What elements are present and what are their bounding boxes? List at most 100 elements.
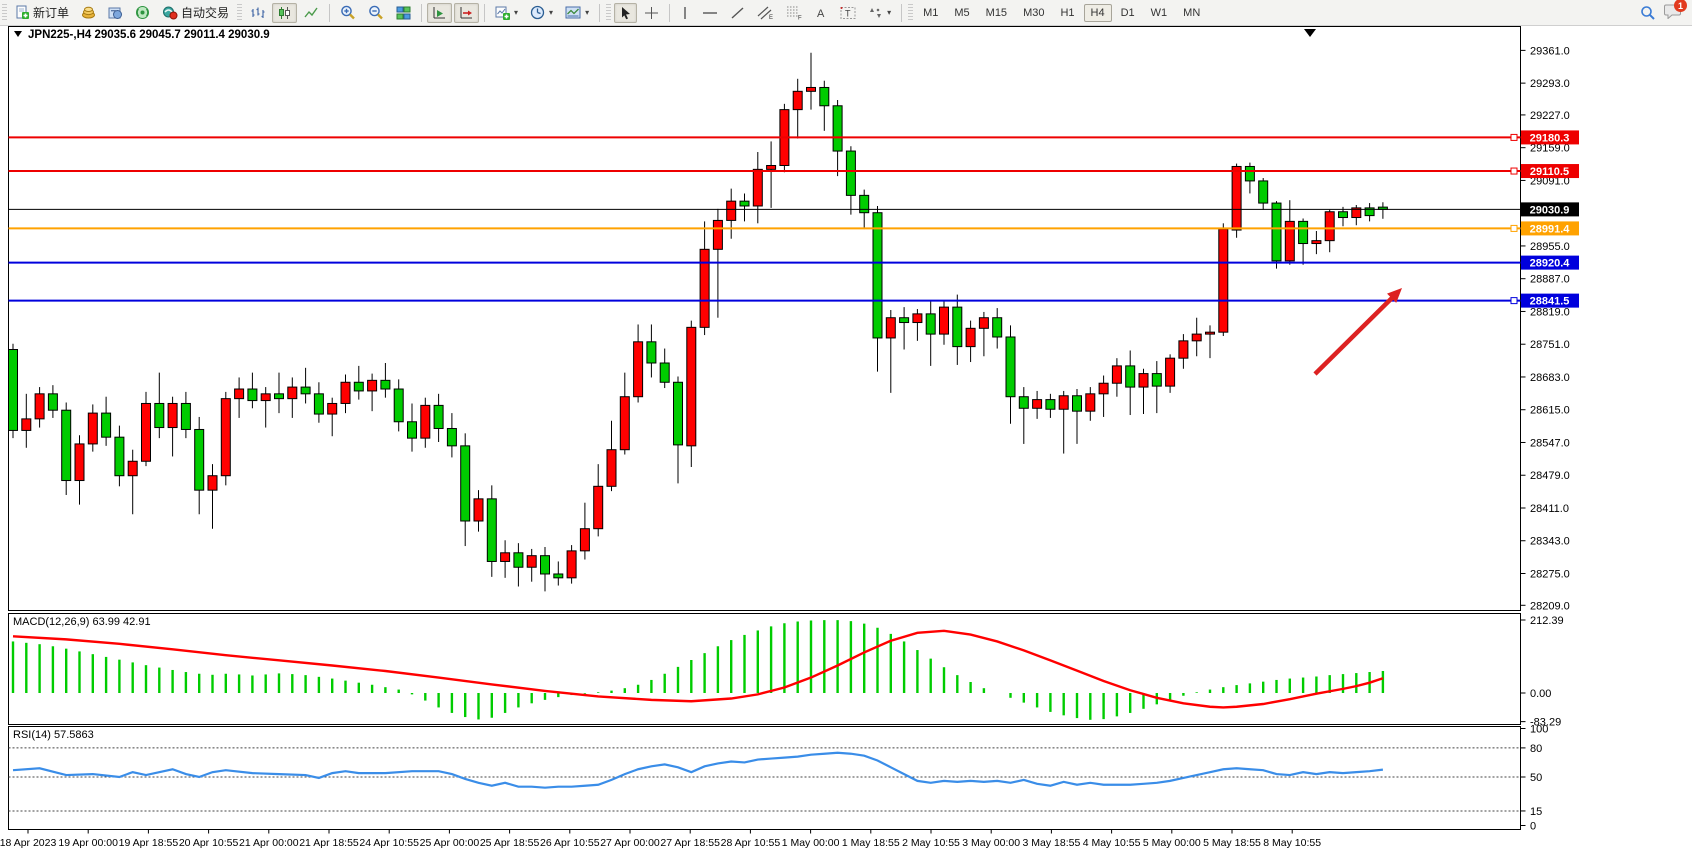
dropdown-caret-icon: ▾ (514, 8, 518, 17)
zoom-in-button[interactable] (335, 2, 361, 23)
svg-text:28343.0: 28343.0 (1530, 536, 1570, 548)
timeframe-button-m5[interactable]: M5 (947, 4, 976, 22)
toolbar-separator (669, 4, 670, 22)
dropdown-caret-icon: ▾ (549, 8, 553, 17)
dropdown-caret-icon: ▾ (887, 8, 891, 17)
line-chart-mode-button[interactable] (299, 3, 324, 23)
templates-button[interactable]: ▾ (560, 3, 594, 22)
svg-text:A: A (817, 8, 825, 20)
svg-text:28479.0: 28479.0 (1530, 470, 1570, 482)
toolbar-separator (421, 4, 422, 22)
svg-text:29227.0: 29227.0 (1530, 110, 1570, 122)
svg-text:21 Apr 00:00: 21 Apr 00:00 (239, 837, 299, 849)
text-tool-button[interactable]: A (810, 3, 833, 23)
new-order-label: 新订单 (33, 4, 69, 21)
svg-text:28 Apr 10:55: 28 Apr 10:55 (721, 837, 781, 849)
timeframe-button-m1[interactable]: M1 (916, 4, 945, 22)
market-watch-button[interactable] (76, 3, 101, 22)
toolbar-right-group: 1 (1640, 3, 1682, 22)
auto-scroll-button[interactable] (427, 3, 452, 23)
search-icon[interactable] (1640, 5, 1656, 21)
timeframe-button-h4[interactable]: H4 (1084, 4, 1112, 22)
svg-text:25 Apr 18:55: 25 Apr 18:55 (480, 837, 540, 849)
svg-text:27 Apr 00:00: 27 Apr 00:00 (600, 837, 660, 849)
timeframe-button-m15[interactable]: M15 (979, 4, 1014, 22)
svg-text:50: 50 (1530, 772, 1542, 784)
svg-text:18 Apr 2023: 18 Apr 2023 (0, 837, 56, 849)
toolbar-grip (2, 4, 7, 22)
svg-text:28887.0: 28887.0 (1530, 274, 1570, 286)
toolbar-separator (329, 4, 330, 22)
tile-windows-button[interactable] (391, 3, 416, 23)
svg-text:28920.4: 28920.4 (1530, 258, 1571, 270)
toolbar-grip (908, 4, 913, 22)
arrows-tool-button[interactable]: ▾ (863, 3, 896, 23)
svg-text:RSI(14) 57.5863: RSI(14) 57.5863 (13, 729, 94, 741)
svg-text:28683.0: 28683.0 (1530, 372, 1570, 384)
channel-tool-button[interactable]: E (752, 2, 779, 23)
price-axis: 29361.029293.029227.029159.029091.028955… (1521, 45, 1570, 612)
periods-button[interactable]: ▾ (525, 2, 558, 23)
text-label-tool-button[interactable]: T (835, 3, 861, 23)
svg-text:5 May 18:55: 5 May 18:55 (1203, 837, 1261, 849)
svg-text:28547.0: 28547.0 (1530, 437, 1570, 449)
fibonacci-tool-button[interactable]: F (781, 2, 808, 23)
tile-windows-icon (396, 6, 411, 20)
svg-text:21 Apr 18:55: 21 Apr 18:55 (299, 837, 359, 849)
notifications-button[interactable]: 1 (1664, 3, 1682, 22)
timeframe-button-m30[interactable]: M30 (1016, 4, 1051, 22)
chart-title: JPN225-,H4 29035.6 29045.7 29011.4 29030… (14, 29, 270, 41)
svg-text:19 Apr 18:55: 19 Apr 18:55 (119, 837, 179, 849)
svg-text:F: F (798, 16, 802, 21)
broadcast-icon (135, 5, 150, 20)
svg-text:28275.0: 28275.0 (1530, 568, 1570, 580)
timeframe-toolbar: M1M5M15M30H1H4D1W1MN (915, 4, 1208, 22)
svg-text:3 May 18:55: 3 May 18:55 (1023, 837, 1081, 849)
svg-text:212.39: 212.39 (1530, 615, 1564, 627)
template-icon (565, 6, 581, 19)
cursor-tool-button[interactable] (614, 3, 637, 23)
bar-chart-icon (250, 6, 265, 20)
auto-trading-icon (162, 6, 178, 20)
svg-text:29180.3: 29180.3 (1530, 132, 1570, 144)
svg-text:8 May 10:55: 8 May 10:55 (1263, 837, 1321, 849)
dropdown-caret-icon: ▾ (585, 8, 589, 17)
fibonacci-icon: F (786, 5, 803, 20)
crosshair-tool-button[interactable] (639, 3, 664, 23)
svg-text:80: 80 (1530, 743, 1542, 755)
crosshair-icon (644, 6, 659, 20)
zoom-out-button[interactable] (363, 2, 389, 23)
bar-chart-mode-button[interactable] (245, 3, 270, 23)
data-window-icon (108, 6, 123, 20)
svg-text:T: T (845, 8, 851, 18)
svg-text:29030.9: 29030.9 (1530, 204, 1570, 216)
svg-text:100: 100 (1530, 724, 1548, 736)
timeframe-button-h1[interactable]: H1 (1053, 4, 1081, 22)
svg-text:28209.0: 28209.0 (1530, 600, 1570, 612)
notification-count-badge: 1 (1674, 0, 1687, 12)
chart-canvas[interactable]: 29361.029293.029227.029159.029091.028955… (0, 0, 1692, 854)
timeframe-button-d1[interactable]: D1 (1114, 4, 1142, 22)
horizontal-line-tool-button[interactable] (697, 3, 723, 23)
candlestick-mode-button[interactable] (272, 3, 297, 23)
vertical-line-tool-button[interactable] (675, 3, 695, 23)
svg-text:1 May 18:55: 1 May 18:55 (842, 837, 900, 849)
timeframe-button-mn[interactable]: MN (1176, 4, 1207, 22)
svg-text:19 Apr 00:00: 19 Apr 00:00 (58, 837, 118, 849)
equidistant-channel-icon: E (757, 5, 774, 20)
strategy-tester-button[interactable] (130, 2, 155, 23)
new-order-button[interactable]: 新订单 (10, 1, 74, 24)
data-window-button[interactable] (103, 3, 128, 23)
gold-icon (81, 6, 96, 19)
svg-text:3 May 00:00: 3 May 00:00 (962, 837, 1020, 849)
trendline-tool-button[interactable] (725, 3, 750, 23)
zoom-out-icon (368, 5, 384, 20)
text-icon: A (815, 6, 828, 20)
toolbar-separator (599, 4, 600, 22)
new-chart-button[interactable]: ▾ (490, 3, 523, 23)
auto-trading-button[interactable]: 自动交易 (157, 1, 234, 24)
clock-icon (530, 5, 545, 20)
chart-shift-button[interactable] (454, 3, 479, 23)
timeframe-button-w1[interactable]: W1 (1144, 4, 1175, 22)
svg-text:0.00: 0.00 (1530, 688, 1551, 700)
